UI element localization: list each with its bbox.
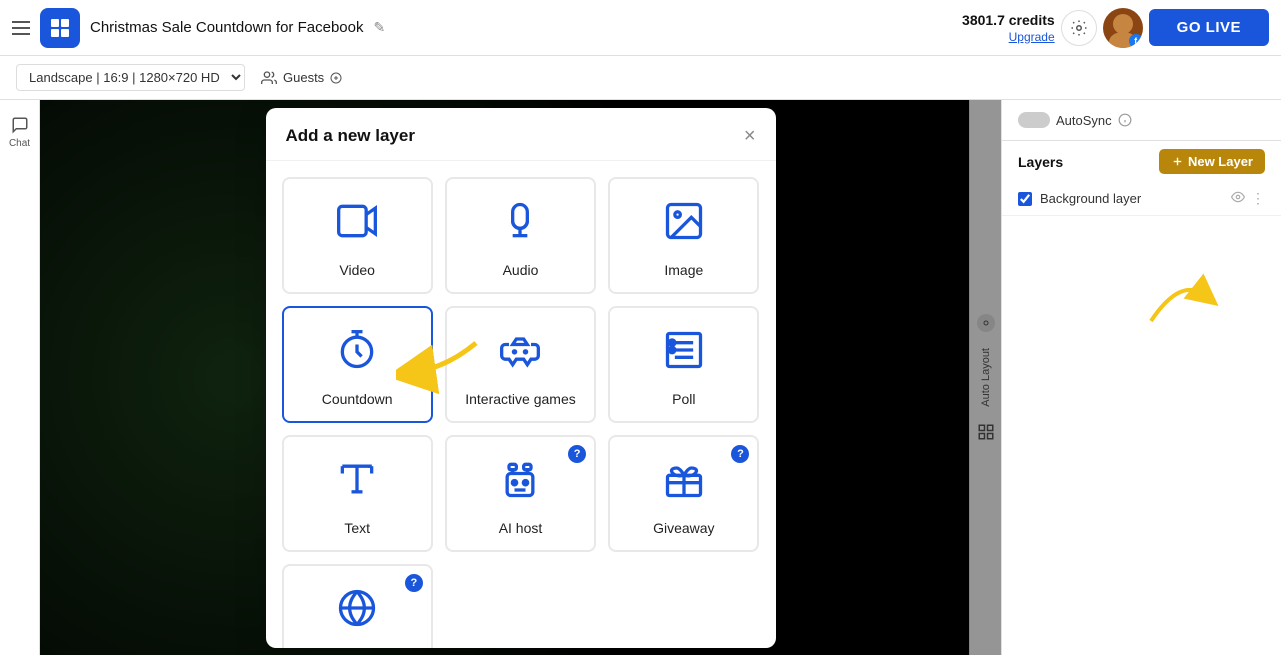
layer-card-interactive-games[interactable]: Interactive games [445,306,596,423]
card-label-interactive-games: Interactive games [465,391,576,407]
avatar[interactable]: f [1103,8,1143,48]
card-icon-giveaway [662,457,706,510]
left-sidebar: Chat [0,100,40,655]
modal-close-button[interactable]: × [744,126,756,146]
card-label-giveaway: Giveaway [653,520,714,536]
layer-card-countdown[interactable]: Countdown [282,306,433,423]
card-label-image: Image [664,262,703,278]
credits-amount: 3801.7 credits [962,12,1055,28]
layers-row: Layers New Layer [1002,141,1281,182]
edit-icon[interactable]: ✎ [373,19,385,36]
badge-question: ? [731,445,749,463]
chat-label: Chat [9,138,30,149]
settings-button[interactable] [1061,10,1097,46]
credits-info: 3801.7 credits Upgrade [962,12,1055,44]
layer-card-text[interactable]: Text [282,435,433,552]
layer-item-background: Background layer ⋮ [1002,182,1281,216]
header-left: Christmas Sale Countdown for Facebook ✎ [12,8,950,48]
guests-button[interactable]: Guests [261,70,342,86]
card-icon-ai-host [498,457,542,510]
autosync-row: AutoSync [1018,112,1132,128]
layer-card-image[interactable]: Image [608,177,759,294]
card-icon-poll [662,328,706,381]
go-live-button[interactable]: GO LIVE [1149,9,1269,46]
autosync-toggle[interactable] [1018,112,1050,128]
card-icon-video [335,199,379,252]
modal-header: Add a new layer × [266,108,776,161]
layer-card-audio[interactable]: Audio [445,177,596,294]
new-layer-arrow [1141,266,1221,326]
layer-card-video[interactable]: Video [282,177,433,294]
upgrade-link[interactable]: Upgrade [962,30,1055,44]
layer-card-ai-host[interactable]: ? AI host [445,435,596,552]
layers-label: Layers [1018,154,1063,170]
layer-card-website[interactable]: ? Website [282,564,433,648]
canvas-area: Add a new layer × Video Audio Image Coun… [40,100,1001,655]
project-title: Christmas Sale Countdown for Facebook [90,19,363,36]
card-icon-interactive-games [498,328,542,381]
card-label-ai-host: AI host [499,520,543,536]
card-icon-image [662,199,706,252]
app-logo [40,8,80,48]
right-sidebar-header: AutoSync [1002,100,1281,141]
guests-label: Guests [283,70,324,85]
card-label-audio: Audio [503,262,539,278]
autosync-label: AutoSync [1056,113,1112,128]
card-icon-countdown [335,328,379,381]
main-area: Chat Add a new layer × Video Audio Image [0,100,1281,655]
new-layer-label: New Layer [1188,154,1253,169]
modal-overlay: Add a new layer × Video Audio Image Coun… [40,100,1001,655]
card-icon-text [335,457,379,510]
layer-actions: ⋮ [1231,190,1265,207]
add-layer-modal: Add a new layer × Video Audio Image Coun… [266,108,776,648]
right-sidebar: AutoSync Layers New Layer Backg [1001,100,1281,655]
layer-card-giveaway[interactable]: ? Giveaway [608,435,759,552]
layer-cards-grid: Video Audio Image Countdown Interactive … [266,161,776,648]
badge-question: ? [405,574,423,592]
card-icon-audio [498,199,542,252]
modal-title: Add a new layer [286,126,415,146]
card-label-text: Text [344,520,370,536]
more-icon[interactable]: ⋮ [1251,190,1265,207]
header-center: 3801.7 credits Upgrade f GO LIVE [962,8,1269,48]
facebook-badge: f [1129,34,1143,48]
card-icon-website [335,586,379,639]
hamburger-icon[interactable] [12,21,30,35]
new-layer-button[interactable]: New Layer [1159,149,1265,174]
card-label-poll: Poll [672,391,695,407]
layer-card-poll[interactable]: Poll [608,306,759,423]
subheader: Landscape | 16:9 | 1280×720 HD Guests [0,56,1281,100]
resolution-select[interactable]: Landscape | 16:9 | 1280×720 HD [16,64,245,91]
sidebar-item-chat[interactable]: Chat [9,116,30,149]
badge-question: ? [568,445,586,463]
layer-name: Background layer [1040,191,1223,206]
layer-checkbox[interactable] [1018,192,1032,206]
card-label-video: Video [339,262,375,278]
card-label-countdown: Countdown [322,391,393,407]
eye-icon[interactable] [1231,190,1245,207]
header: Christmas Sale Countdown for Facebook ✎ … [0,0,1281,56]
